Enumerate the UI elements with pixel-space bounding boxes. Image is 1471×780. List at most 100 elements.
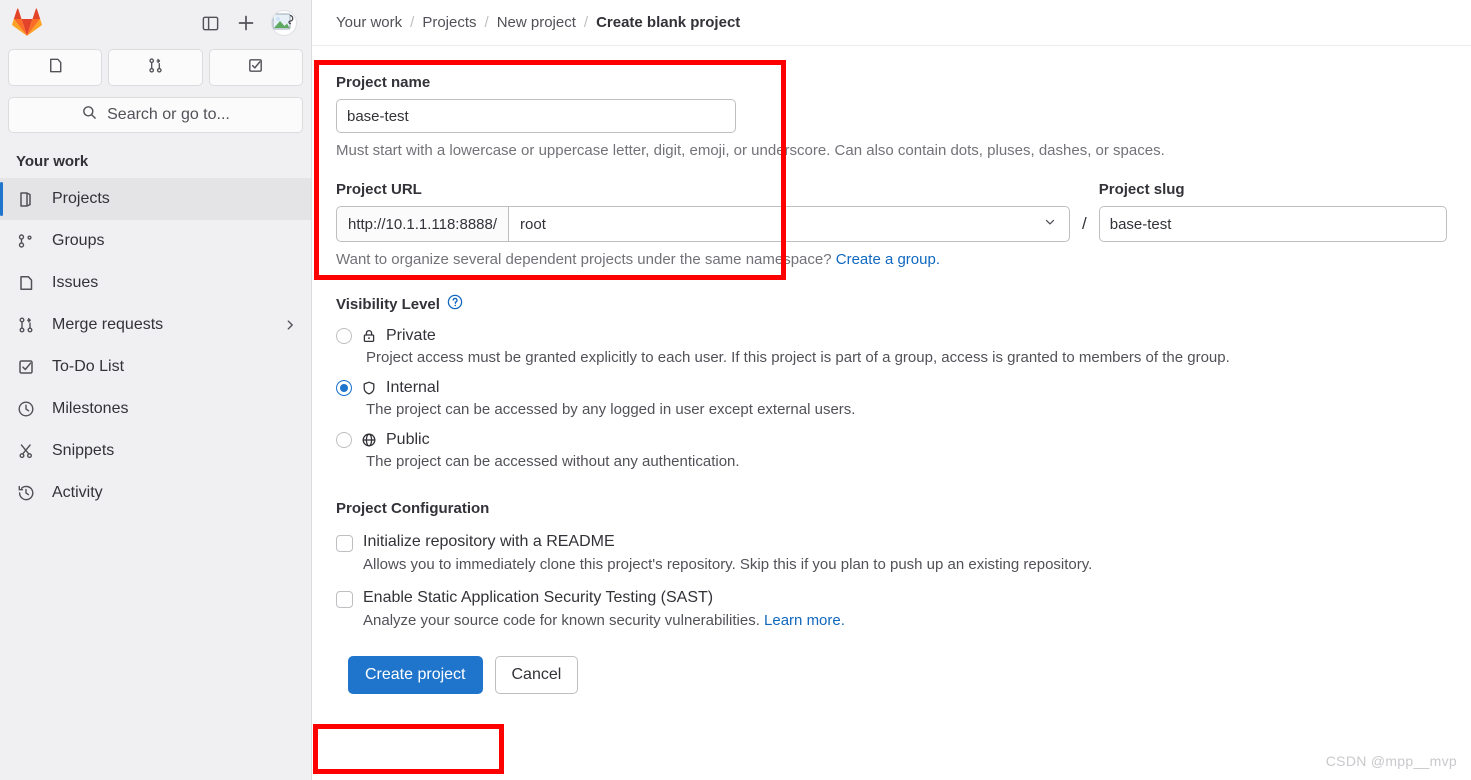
search-input[interactable]: Search or go to... xyxy=(8,97,303,133)
sidebar-item-issues[interactable]: Issues xyxy=(0,262,311,304)
config-readme-label: Initialize repository with a README xyxy=(363,533,615,550)
config-readme-row: Initialize repository with a README xyxy=(336,533,1447,552)
project-slug-label: Project slug xyxy=(1098,181,1185,198)
visibility-level-section: Visibility Level Private Project access … xyxy=(336,294,1447,470)
group-icon xyxy=(16,230,42,252)
quick-action-issues[interactable] xyxy=(8,49,103,86)
config-option-readme[interactable]: Initialize repository with a README Allo… xyxy=(336,533,1447,573)
quick-action-todo-list[interactable] xyxy=(208,49,303,86)
chevron-right-icon[interactable] xyxy=(283,318,297,332)
project-name-hint: Must start with a lowercase or uppercase… xyxy=(336,142,1165,159)
sidebar-item-label: Merge requests xyxy=(52,316,164,333)
config-sast-row: Enable Static Application Security Testi… xyxy=(336,589,1447,608)
main-content: Your work / Projects / New project / Cre… xyxy=(312,0,1471,780)
config-sast-label: Enable Static Application Security Testi… xyxy=(363,589,714,606)
sidebar-item-to-do-list[interactable]: To-Do List xyxy=(0,346,311,388)
sidebar-item-label: To-Do List xyxy=(52,358,125,375)
project-url-label: Project URL xyxy=(336,181,422,198)
breadcrumb-separator: / xyxy=(484,14,489,31)
sidebar-item-projects[interactable]: Projects xyxy=(0,178,311,220)
project-url-row: Project URL http://10.1.1.118:8888/ root xyxy=(336,181,1447,242)
globe-icon xyxy=(361,432,377,448)
history-icon xyxy=(16,482,42,504)
sidebar-item-label: Issues xyxy=(52,274,99,291)
project-slug-input[interactable] xyxy=(1098,206,1447,242)
visibility-private-label: Private xyxy=(386,327,436,344)
radio-public[interactable] xyxy=(336,432,352,448)
todo-check-icon xyxy=(246,56,265,80)
visibility-option-private[interactable]: Private Project access must be granted e… xyxy=(336,327,1447,366)
checkbox-enable-sast[interactable] xyxy=(336,591,353,608)
cancel-button[interactable]: Cancel xyxy=(494,656,579,694)
breadcrumb-item-new-project[interactable]: New project xyxy=(497,14,576,31)
visibility-public-label: Public xyxy=(386,431,430,448)
clock-icon xyxy=(16,398,42,420)
sidebar-item-label: Milestones xyxy=(52,400,129,417)
sidebar-section-title: Your work xyxy=(16,153,89,170)
scissors-icon xyxy=(16,440,42,462)
left-sidebar: Search or go to... Your work Projects Gr… xyxy=(0,0,312,780)
visibility-option-internal[interactable]: Internal The project can be accessed by … xyxy=(336,379,1447,418)
radio-internal[interactable] xyxy=(336,380,352,396)
project-name-label: Project name xyxy=(336,74,431,91)
visibility-option-public[interactable]: Public The project can be accessed witho… xyxy=(336,431,1447,470)
sidebar-header xyxy=(0,0,311,46)
config-readme-description: Allows you to immediately clone this pro… xyxy=(363,556,1093,573)
config-option-sast[interactable]: Enable Static Application Security Testi… xyxy=(336,589,1447,629)
question-mark-circle-icon[interactable] xyxy=(447,294,463,314)
create-a-group-link[interactable]: Create a group. xyxy=(836,251,940,268)
avatar[interactable] xyxy=(271,10,297,36)
watermark: CSDN @mpp__mvp xyxy=(1325,753,1457,769)
sidebar-item-milestones[interactable]: Milestones xyxy=(0,388,311,430)
project-configuration-section: Project Configuration Initialize reposit… xyxy=(336,500,1447,629)
breadcrumb-separator: / xyxy=(583,14,589,31)
radio-private[interactable] xyxy=(336,328,352,344)
sidebar-item-label: Projects xyxy=(52,190,110,207)
project-url-prefix: http://10.1.1.118:8888/ xyxy=(336,206,509,242)
sidebar-item-merge-requests[interactable]: Merge requests xyxy=(0,304,311,346)
chevron-down-icon xyxy=(1043,215,1057,233)
issue-icon xyxy=(16,272,42,294)
visibility-level-title: Visibility Level xyxy=(336,295,440,313)
sidebar-item-label: Activity xyxy=(52,484,103,501)
gitlab-create-blank-project-page: Search or go to... Your work Projects Gr… xyxy=(0,0,1471,780)
create-project-button[interactable]: Create project xyxy=(348,656,483,694)
breadcrumb-item-projects[interactable]: Projects xyxy=(422,14,476,31)
visibility-internal-row: Internal xyxy=(336,379,1447,397)
config-sast-description-text: Analyze your source code for known secur… xyxy=(363,612,760,629)
project-name-input[interactable] xyxy=(336,99,736,133)
sidebar-quick-actions xyxy=(0,46,311,86)
merge-request-icon xyxy=(16,314,42,336)
quick-action-merge-requests[interactable] xyxy=(108,49,203,86)
panel-toggle-icon[interactable] xyxy=(195,8,225,38)
breadcrumb-item-your-work[interactable]: Your work xyxy=(336,14,402,31)
breadcrumb: Your work / Projects / New project / Cre… xyxy=(312,0,1471,46)
search-icon xyxy=(81,104,98,126)
url-slug-separator: / xyxy=(1082,214,1087,233)
sidebar-item-activity[interactable]: Activity xyxy=(0,472,311,514)
lock-icon xyxy=(361,328,377,344)
sidebar-item-label: Groups xyxy=(52,232,105,249)
project-configuration-title: Project Configuration xyxy=(336,500,490,517)
plus-icon[interactable] xyxy=(231,8,261,38)
issue-icon xyxy=(46,56,65,80)
sidebar-item-label: Snippets xyxy=(52,442,115,459)
sidebar-item-groups[interactable]: Groups xyxy=(0,220,311,262)
gitlab-logo-icon[interactable] xyxy=(12,8,42,38)
breadcrumb-current-page: Create blank project xyxy=(596,14,741,31)
create-project-form: Project name Must start with a lowercase… xyxy=(312,46,1471,694)
visibility-public-row: Public xyxy=(336,431,1447,449)
project-url-input-group: http://10.1.1.118:8888/ root xyxy=(336,206,1070,242)
namespace-select[interactable]: root xyxy=(508,206,1070,242)
visibility-public-description: The project can be accessed without any … xyxy=(366,453,740,470)
sidebar-nav: Projects Groups Issues Merge requests To… xyxy=(0,178,311,514)
namespace-selected-value: root xyxy=(520,215,546,233)
sast-learn-more-link[interactable]: Learn more. xyxy=(764,612,845,629)
visibility-internal-label: Internal xyxy=(386,379,440,396)
sidebar-item-snippets[interactable]: Snippets xyxy=(0,430,311,472)
visibility-internal-description: The project can be accessed by any logge… xyxy=(366,401,856,418)
namespace-hint: Want to organize several dependent proje… xyxy=(336,251,1447,268)
form-actions: Create project Cancel xyxy=(336,656,1447,694)
project-url-column: Project URL http://10.1.1.118:8888/ root xyxy=(336,181,1070,242)
checkbox-initialize-readme[interactable] xyxy=(336,535,353,552)
